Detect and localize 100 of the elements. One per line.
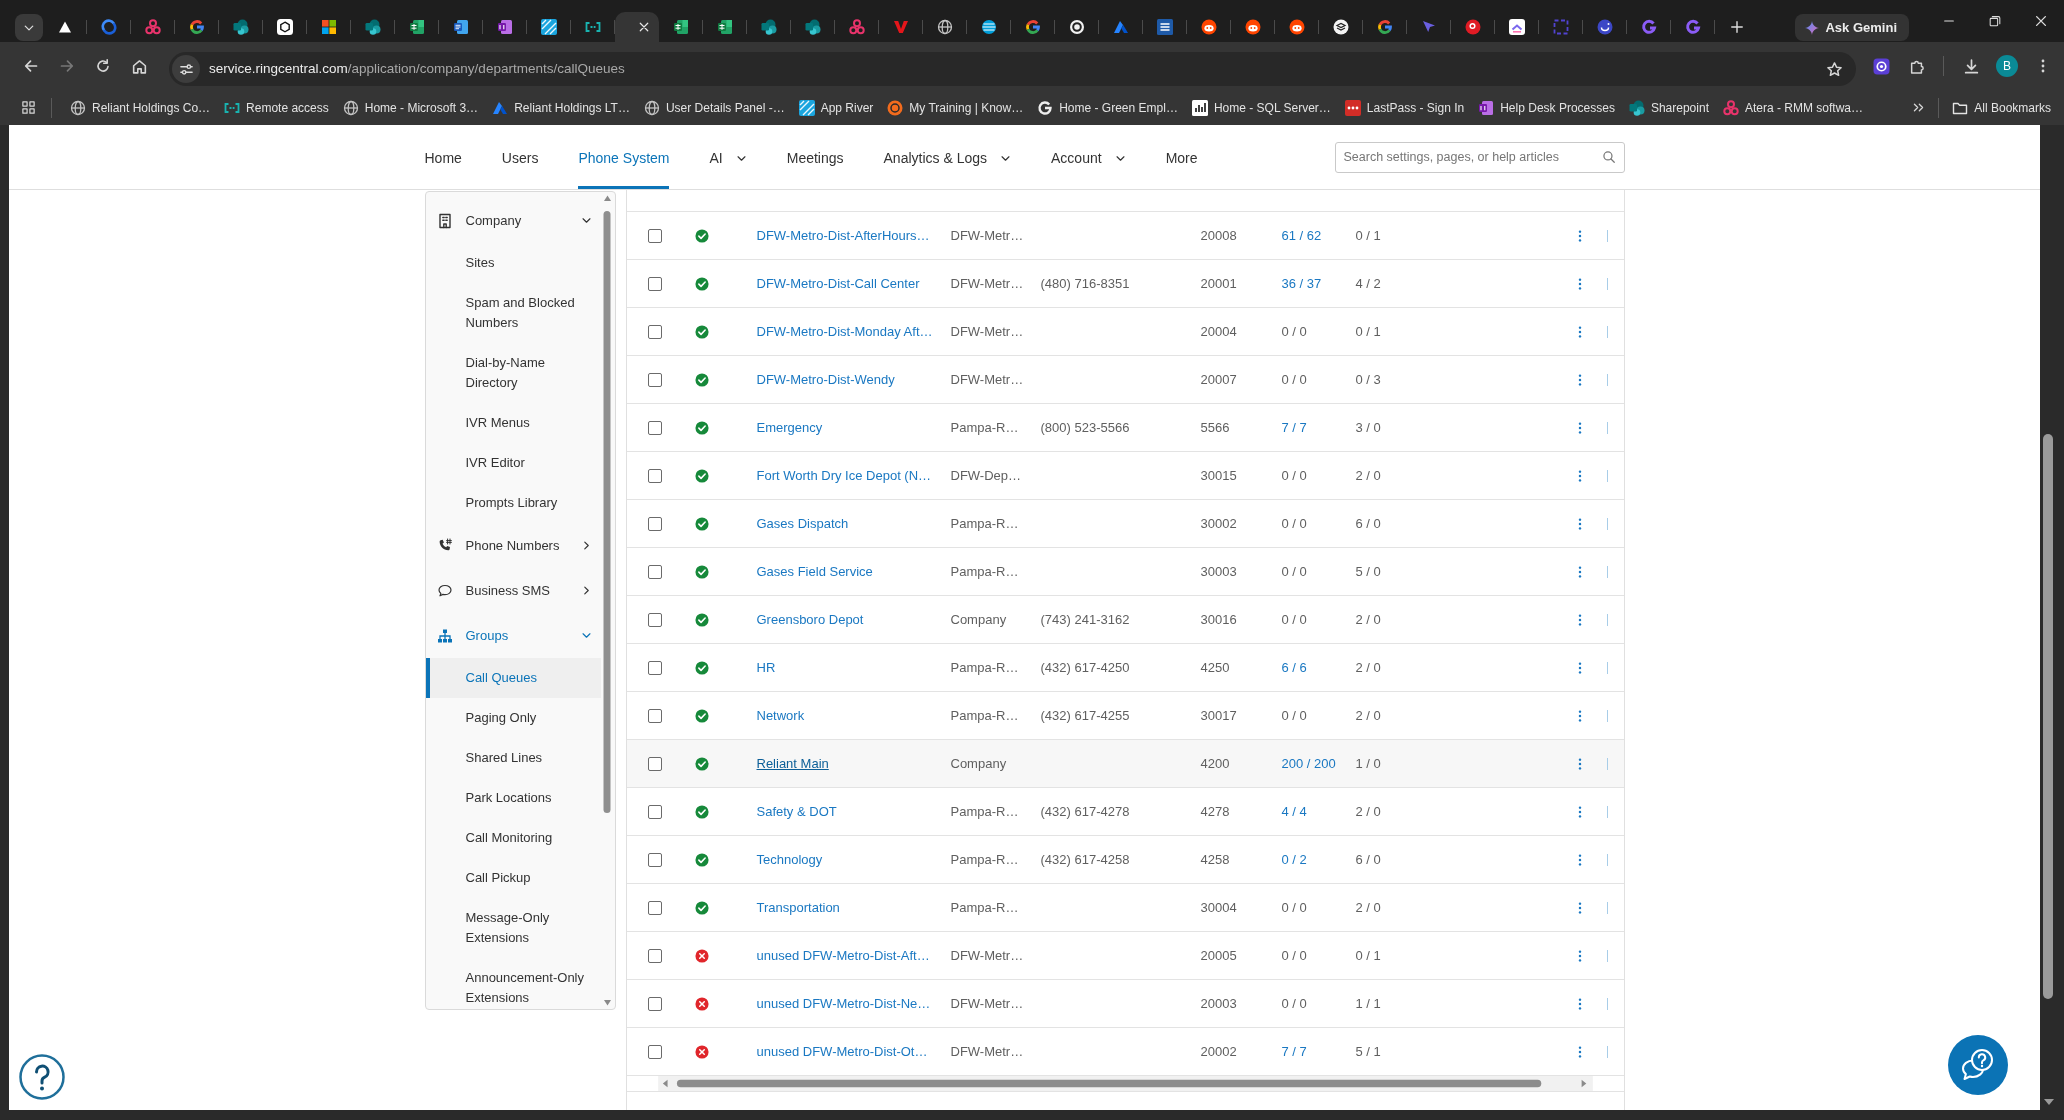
queue-name-link[interactable]: unused DFW-Metro-Dist-Ne…	[756, 993, 931, 1014]
bookmark-link[interactable]: Home - Microsoft 3…	[335, 93, 486, 122]
queue-name-link[interactable]: Gases Field Service	[756, 561, 873, 582]
queue-name-link[interactable]: Greensboro Depot	[756, 609, 864, 630]
checkbox[interactable]	[647, 1044, 662, 1059]
member-count-link[interactable]: 200 / 200	[1281, 753, 1336, 774]
bookmark-folder-button[interactable]: All Bookmarks	[1945, 93, 2058, 122]
assistant-button[interactable]: Ask Gemini	[1795, 14, 1909, 41]
sidebar-item[interactable]: IVR Editor	[425, 443, 601, 483]
search-field[interactable]: Search settings, pages, or help articles	[1334, 141, 1625, 173]
member-count-link[interactable]: 4 / 4	[1281, 801, 1307, 822]
queue-name-link[interactable]: Transportation	[756, 897, 840, 918]
checkbox[interactable]	[647, 324, 662, 339]
sidebar-item[interactable]: Message-Only Extensions	[425, 898, 601, 958]
bookmark-link[interactable]: Reliant Holdings Co…	[63, 93, 218, 122]
spreadsheet-icon	[673, 19, 689, 35]
queue-name-link[interactable]: Reliant Main	[756, 753, 829, 774]
sidebar-item[interactable]: Call Queues	[425, 658, 601, 698]
sidebar-item[interactable]: Call Monitoring	[425, 818, 601, 858]
checkbox[interactable]	[647, 660, 662, 675]
bookmark-link[interactable]: LastPass - Sign In	[1337, 93, 1472, 122]
sidebar-item[interactable]: Spam and Blocked Numbers	[425, 283, 601, 343]
checkbox[interactable]	[647, 516, 662, 531]
sidebar-item[interactable]: Park Locations	[425, 778, 601, 818]
bookmark-link[interactable]: My Training | Know…	[880, 93, 1031, 122]
checkbox[interactable]	[647, 276, 662, 291]
bookmark-link[interactable]: Home - SQL Server…	[1184, 93, 1338, 122]
queue-name-link[interactable]: Fort Worth Dry Ice Depot (N…	[756, 465, 932, 486]
queue-name-link[interactable]: unused DFW-Metro-Dist-Aft…	[756, 945, 930, 966]
sidebar-item[interactable]: Call Pickup	[425, 858, 601, 898]
checkbox[interactable]	[647, 708, 662, 723]
queue-name-link[interactable]: Network	[756, 705, 805, 726]
profile-avatar[interactable]: B	[1996, 55, 2018, 77]
table-cell-text: DFW-Metr…	[950, 946, 1024, 965]
nav-link[interactable]: Users	[501, 125, 539, 189]
queue-name-link[interactable]: Technology	[756, 849, 823, 870]
bookmark-link[interactable]: Help Desk Processes	[1471, 93, 1622, 122]
nav-link[interactable]: More	[1165, 125, 1198, 189]
checkbox[interactable]	[647, 756, 662, 771]
sidebar-item[interactable]: Sites	[425, 243, 601, 283]
queue-name-link[interactable]: Gases Dispatch	[756, 513, 849, 534]
table-cell-text: 20004	[1200, 322, 1237, 341]
member-count-link[interactable]: 7 / 7	[1281, 1041, 1307, 1062]
tab-search-button[interactable]	[15, 14, 43, 41]
sidebar-item[interactable]: Paging Only	[425, 698, 601, 738]
queue-name-link[interactable]: DFW-Metro-Dist-Wendy	[756, 369, 895, 390]
bookmark-link[interactable]: Remote access	[217, 93, 336, 122]
member-count-link[interactable]: 6 / 6	[1281, 657, 1307, 678]
sidebar-item[interactable]: Groups	[425, 613, 601, 658]
checkbox[interactable]	[647, 804, 662, 819]
checkbox[interactable]	[647, 900, 662, 915]
nav-link[interactable]: Phone System	[578, 125, 670, 189]
checkbox[interactable]	[647, 420, 662, 435]
double-chevron-icon	[1911, 101, 1925, 114]
checkbox[interactable]	[647, 996, 662, 1011]
chat-help-button[interactable]	[1948, 1035, 2008, 1095]
member-count-link[interactable]: 36 / 37	[1281, 273, 1322, 294]
checkbox[interactable]	[647, 564, 662, 579]
nav-link[interactable]: Meetings	[786, 125, 844, 189]
table-cell-text: Pampa-R…	[950, 802, 1019, 821]
checkbox[interactable]	[647, 852, 662, 867]
checkbox[interactable]	[647, 612, 662, 627]
site-info-button[interactable]	[172, 55, 200, 83]
checkbox[interactable]	[647, 468, 662, 483]
member-count-link[interactable]: 0 / 2	[1281, 849, 1307, 870]
checkbox[interactable]	[647, 948, 662, 963]
nav-link[interactable]: AI	[709, 125, 747, 189]
sidebar-item[interactable]: Phone Numbers	[425, 523, 601, 568]
help-button[interactable]	[18, 1053, 66, 1101]
sidebar-item[interactable]: Announcement-Only Extensions	[425, 958, 601, 1009]
queue-name-link[interactable]: Safety & DOT	[756, 801, 837, 822]
table-cell-text: (743) 241-3162	[1040, 610, 1130, 629]
checkbox[interactable]	[647, 228, 662, 243]
queue-name-link[interactable]: DFW-Metro-Dist-AfterHours…	[756, 225, 930, 246]
sidebar-item[interactable]: Company	[425, 198, 601, 243]
nav-link[interactable]: Account	[1051, 125, 1126, 189]
bookmark-link[interactable]: Sharepoint	[1621, 93, 1716, 122]
queue-name-link[interactable]: HR	[756, 657, 776, 678]
horizontal-scrollbar[interactable]	[626, 1076, 1624, 1092]
bookmark-link[interactable]: Home - Green Empl…	[1030, 93, 1185, 122]
nav-link[interactable]: Analytics & Logs	[883, 125, 1012, 189]
bookmark-link[interactable]: Atera - RMM softwa…	[1715, 93, 1870, 122]
sidebar-item[interactable]: Prompts Library	[425, 483, 601, 523]
bookmark-link[interactable]: App River	[791, 93, 881, 122]
spreadsheet-icon	[409, 19, 425, 35]
checkbox[interactable]	[647, 372, 662, 387]
sidebar-item[interactable]: Shared Lines	[425, 738, 601, 778]
sidebar-item[interactable]: IVR Menus	[425, 403, 601, 443]
sidebar-item[interactable]: Business SMS	[425, 568, 601, 613]
queue-name-link[interactable]: DFW-Metro-Dist-Monday Aft…	[756, 321, 933, 342]
nav-link[interactable]: Home	[424, 125, 462, 189]
queue-name-link[interactable]: unused DFW-Metro-Dist-Ot…	[756, 1041, 928, 1062]
queue-name-link[interactable]: DFW-Metro-Dist-Call Center	[756, 273, 920, 294]
bookmark-link[interactable]: User Details Panel -…	[636, 93, 792, 122]
queue-name-link[interactable]: Emergency	[756, 417, 823, 438]
member-count-link[interactable]: 61 / 62	[1281, 225, 1322, 246]
sidebar-item[interactable]: Dial-by-Name Directory	[425, 343, 601, 403]
member-count-link[interactable]: 7 / 7	[1281, 417, 1307, 438]
address-bar[interactable]: service.ringcentral.com/application/company/departments/callQueues	[169, 52, 1856, 86]
bookmark-link[interactable]: Reliant Holdings LT…	[485, 93, 637, 122]
